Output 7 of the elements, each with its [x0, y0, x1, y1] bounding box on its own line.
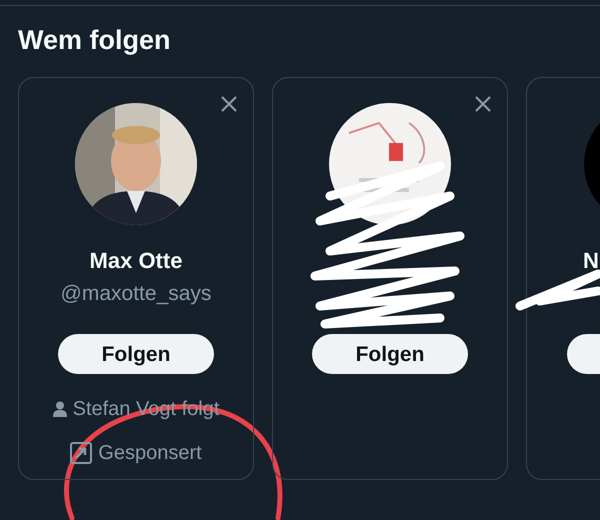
promoted-label: Gesponsert — [98, 441, 202, 466]
follow-button[interactable]: Folgen — [58, 334, 214, 374]
follow-button[interactable]: Folgen — [312, 334, 468, 374]
user-handle: @maxotte_says — [60, 281, 212, 308]
section-title: Wem folgen — [18, 24, 172, 56]
user-name: N — [583, 247, 599, 276]
user-name: Max Otte — [90, 247, 182, 276]
